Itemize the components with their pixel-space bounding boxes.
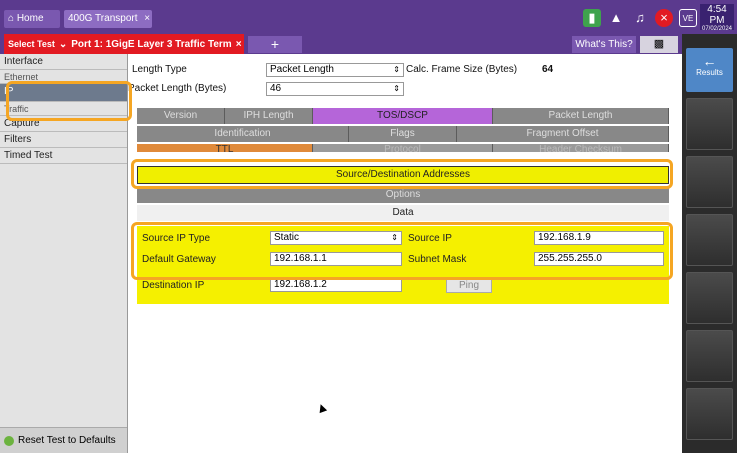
select-arrow-icon: ⇕ (393, 65, 400, 74)
field-options[interactable]: Options (137, 187, 669, 203)
transport-label: 400G Transport (68, 13, 138, 24)
field-protocol[interactable]: Protocol (313, 144, 493, 152)
transport-tab[interactable]: 400G Transport × (64, 10, 152, 28)
source-ip-type-select[interactable]: Static ⇕ (270, 231, 402, 245)
select-arrow-icon: ⇕ (391, 233, 398, 242)
field-version[interactable]: Version (137, 108, 225, 124)
header-row-1: Version IPH Length TOS/DSCP Packet Lengt… (137, 108, 669, 124)
sidebar-item-capture[interactable]: Capture (0, 116, 127, 132)
packet-length-label: Packet Length (Bytes) (128, 83, 227, 94)
home-tab[interactable]: ⌂ Home (4, 10, 60, 28)
right-rail: ← Results (682, 34, 737, 453)
rail-button-4[interactable] (686, 272, 733, 324)
home-icon: ⌂ (8, 13, 15, 24)
close-tab-icon[interactable]: × (144, 13, 150, 24)
battery-charging-icon: ▮ (583, 9, 601, 27)
rail-button-3[interactable] (686, 214, 733, 266)
ping-button[interactable]: Ping (446, 278, 492, 293)
packet-length-value: 46 (270, 83, 282, 94)
select-arrow-icon: ⇕ (393, 84, 400, 93)
default-gateway-label: Default Gateway (142, 254, 216, 265)
select-test-button[interactable]: Select Test ⌄ Port 1: 1GigE Layer 3 Traf… (4, 34, 244, 54)
length-type-label: Length Type (132, 64, 187, 75)
sidebar: Interface Ethernet IP Traffic Capture Fi… (0, 54, 128, 453)
field-identification[interactable]: Identification (137, 126, 349, 142)
reset-icon (4, 435, 14, 446)
field-ttl[interactable]: TTL (137, 144, 313, 152)
clock-date: 07/02/2024 (701, 26, 733, 32)
results-button[interactable]: ← Results (686, 48, 733, 92)
test-bar: Select Test ⌄ Port 1: 1GigE Layer 3 Traf… (0, 34, 682, 54)
field-header-checksum[interactable]: Header Checksum (493, 144, 669, 152)
rail-button-5[interactable] (686, 330, 733, 382)
field-tos-dscp[interactable]: TOS/DSCP (313, 108, 493, 124)
field-packet-length[interactable]: Packet Length (493, 108, 669, 124)
subnet-mask-input[interactable]: 255.255.255.0 (534, 252, 664, 266)
rail-button-2[interactable] (686, 156, 733, 208)
reset-label: Reset Test to Defaults (18, 434, 116, 446)
source-destination-addresses[interactable]: Source/Destination Addresses (137, 166, 669, 184)
source-ip-type-label: Source IP Type (142, 233, 211, 244)
length-type-value: Packet Length (270, 64, 334, 75)
sidebar-item-ethernet[interactable]: Ethernet (0, 70, 127, 84)
calc-frame-value: 64 (542, 64, 554, 75)
destination-ip-input[interactable]: 192.168.1.2 (270, 278, 402, 292)
field-data[interactable]: Data (137, 205, 669, 221)
sidebar-item-filters[interactable]: Filters (0, 132, 127, 148)
packet-length-select[interactable]: 46 ⇕ (266, 82, 404, 96)
camera-icon[interactable]: ▩ (640, 36, 678, 53)
ip-header-table: Version IPH Length TOS/DSCP Packet Lengt… (137, 108, 669, 152)
ve-icon: VE (679, 9, 697, 27)
top-bar: ⌂ Home 400G Transport × ▮ ▲ ♫ × VE 4:54 … (0, 0, 737, 34)
sidebar-item-timed-test[interactable]: Timed Test (0, 148, 127, 164)
chevron-down-icon: ⌄ (58, 38, 68, 50)
field-fragment-offset[interactable]: Fragment Offset (457, 126, 669, 142)
source-ip-type-value: Static (274, 232, 300, 243)
reset-test-button[interactable]: Reset Test to Defaults (0, 427, 127, 453)
whats-this-button[interactable]: What's This? (572, 36, 636, 53)
header-row-3: TTL Protocol Header Checksum (137, 144, 669, 152)
destination-ip-label: Destination IP (142, 280, 205, 291)
status-icons: ▮ ▲ ♫ × VE (577, 6, 697, 30)
test-name: Port 1: 1GigE Layer 3 Traffic Term (71, 38, 232, 50)
clock-time: 4:54 PM (707, 4, 727, 26)
sidebar-item-interface[interactable]: Interface (0, 54, 127, 70)
rail-button-6[interactable] (686, 388, 733, 440)
close-test-icon[interactable]: × (236, 39, 242, 50)
rail-button-1[interactable] (686, 98, 733, 150)
back-arrow-icon: ← (702, 53, 717, 69)
speaker-icon: ♫ (635, 10, 645, 25)
sidebar-item-ip[interactable]: IP (0, 84, 127, 102)
default-gateway-input[interactable]: 192.168.1.1 (270, 252, 402, 266)
source-ip-input[interactable]: 192.168.1.9 (534, 231, 664, 245)
source-ip-label: Source IP (408, 233, 452, 244)
field-flags[interactable]: Flags (349, 126, 457, 142)
select-test-label: Select Test (8, 38, 55, 49)
home-label: Home (16, 13, 44, 24)
calc-frame-label: Calc. Frame Size (Bytes) (406, 64, 518, 75)
field-iph-length[interactable]: IPH Length (225, 108, 313, 124)
main-panel: Length Type Packet Length ⇕ Calc. Frame … (128, 54, 682, 453)
add-test-button[interactable]: + (248, 36, 302, 53)
length-type-select[interactable]: Packet Length ⇕ (266, 63, 404, 77)
sidebar-item-traffic[interactable]: Traffic (0, 102, 127, 116)
header-row-2: Identification Flags Fragment Offset (137, 126, 669, 142)
results-label: Results (696, 68, 723, 77)
network-icon: ▲ (609, 10, 623, 25)
clock: 4:54 PM 07/02/2024 (700, 4, 734, 32)
subnet-mask-label: Subnet Mask (408, 254, 467, 265)
error-x-icon: × (655, 9, 673, 27)
